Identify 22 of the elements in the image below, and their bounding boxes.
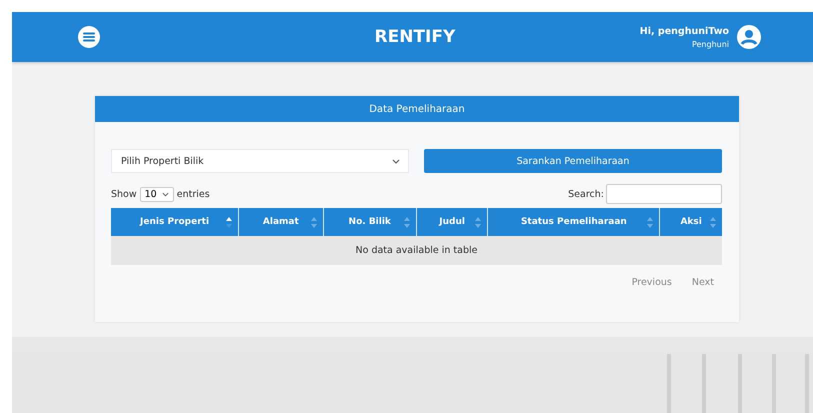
column-header[interactable]: No. Bilik: [323, 208, 416, 236]
empty-table-message: No data available in table: [111, 236, 722, 265]
user-role: Penghuni: [692, 40, 729, 48]
search-label: Search:: [568, 188, 604, 200]
show-label: Show: [111, 188, 137, 200]
entries-label: entries: [176, 188, 210, 200]
column-header[interactable]: Status Pemeliharaan: [488, 208, 660, 236]
menu-icon[interactable]: [78, 26, 100, 48]
column-header[interactable]: Alamat: [238, 208, 324, 236]
suggest-button[interactable]: Sarankan Pemeliharaan: [424, 149, 722, 173]
chevron-icon: [162, 192, 169, 196]
user-greeting: Hi, penghuniTwo: [640, 26, 729, 36]
chevron-icon: [392, 158, 400, 164]
user-avatar-icon[interactable]: [737, 25, 761, 49]
search-field[interactable]: [606, 184, 722, 204]
column-header[interactable]: Aksi: [660, 208, 722, 236]
column-header[interactable]: Judul: [416, 208, 488, 236]
property-select[interactable]: Pilih Properti Bilik: [111, 149, 409, 173]
card-title: Data Pemeliharaan: [95, 96, 739, 122]
app-title: RENTIFY: [374, 27, 456, 47]
column-header[interactable]: Jenis Properti: [111, 208, 239, 236]
entries-select[interactable]: 10: [140, 186, 174, 202]
